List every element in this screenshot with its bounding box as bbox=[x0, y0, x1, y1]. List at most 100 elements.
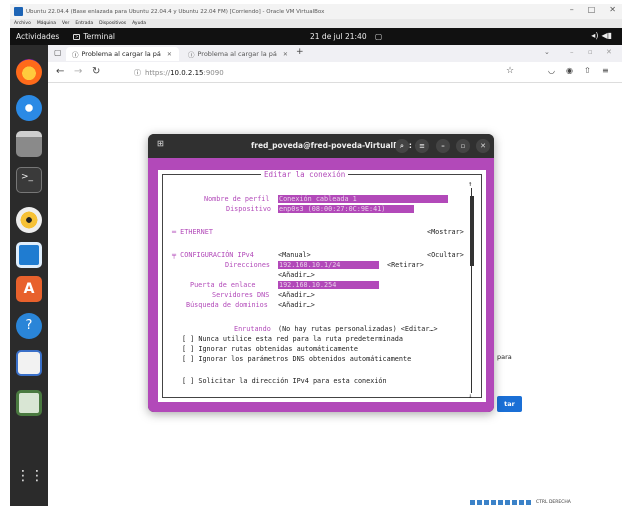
text-editor-icon[interactable] bbox=[16, 350, 42, 376]
terminal-maximize-icon[interactable]: ▫ bbox=[456, 139, 470, 153]
window-minimize-icon[interactable]: – bbox=[570, 48, 574, 56]
page-text-fragment: para bbox=[497, 353, 512, 361]
device-field[interactable]: enp0s3 (08:00:27:0C:9E:41) bbox=[278, 205, 414, 213]
software-icon[interactable]: A bbox=[16, 276, 42, 302]
browser-nav-bar: ← → ↻ ⓘ https://10.0.2.15:9090 ☆ ◡ ◉ ⇧ ≡ bbox=[48, 62, 622, 83]
tab-label: Problema al cargar la pá bbox=[197, 50, 277, 58]
show-apps-icon[interactable]: ⋮⋮⋮ bbox=[16, 465, 58, 491]
add-address-button[interactable]: <Añadir…> bbox=[278, 271, 315, 279]
thunderbird-icon[interactable] bbox=[16, 95, 42, 121]
app-menu-label: Terminal bbox=[83, 32, 116, 41]
menu-maquina[interactable]: Máquina bbox=[37, 21, 56, 26]
new-tab-button[interactable]: + bbox=[296, 47, 304, 57]
menu-archivo[interactable]: Archivo bbox=[14, 21, 31, 26]
virtualbox-title: Ubuntu 22.04.4 (Base enlazada para Ubunt… bbox=[26, 8, 325, 15]
ipv4-mode-selector[interactable]: <Manual> bbox=[278, 251, 311, 259]
edit-routes-button[interactable]: (No hay rutas personalizadas) <Editar…> bbox=[278, 325, 438, 333]
info-icon: ⓘ bbox=[188, 51, 195, 59]
page-button-fragment[interactable]: tar bbox=[497, 396, 522, 412]
rhythmbox-icon[interactable] bbox=[16, 207, 42, 233]
add-dns-button[interactable]: <Añadir…> bbox=[278, 291, 315, 299]
address-field[interactable]: 192.168.10.1/24 bbox=[278, 261, 379, 269]
mouse-integration-icon[interactable] bbox=[526, 499, 531, 505]
routing-label: Enrutando bbox=[234, 325, 271, 333]
app-menu[interactable]: > Terminal bbox=[73, 32, 115, 41]
network-status-icon[interactable] bbox=[505, 499, 510, 505]
tab-overflow-icon[interactable]: ⌄ bbox=[544, 48, 550, 56]
new-terminal-tab-icon[interactable]: ⊞ bbox=[157, 139, 164, 148]
account-icon[interactable]: ◉ bbox=[566, 66, 573, 75]
clock[interactable]: 21 de jul 21:40 ▢ bbox=[310, 32, 382, 41]
writer-icon[interactable] bbox=[16, 242, 42, 268]
url-host: 10.0.2.15 bbox=[170, 68, 204, 77]
security-info-icon: ⓘ bbox=[134, 68, 141, 77]
display-status-icon[interactable] bbox=[498, 499, 503, 505]
checkbox-ignore-dns[interactable]: [ ] Ignorar los parámetros DNS obtenidos… bbox=[182, 355, 411, 363]
show-ethernet-button[interactable]: <Mostrar> bbox=[427, 228, 464, 236]
optical-status-icon[interactable] bbox=[477, 499, 482, 505]
scroll-down-arrow-icon[interactable]: ↓ bbox=[468, 392, 472, 400]
tab-list-icon[interactable]: ▢ bbox=[54, 48, 62, 57]
usb-status-icon[interactable] bbox=[484, 499, 489, 505]
terminal-menu-icon[interactable]: ≡ bbox=[415, 139, 429, 153]
terminal-close-icon[interactable]: ✕ bbox=[476, 139, 490, 153]
tab-problema-2[interactable]: ⓘ Problema al cargar la pá ✕ bbox=[182, 47, 288, 61]
window-close-icon[interactable]: ✕ bbox=[606, 48, 612, 56]
forward-arrow-icon[interactable]: → bbox=[74, 66, 82, 77]
recording-status-icon[interactable] bbox=[512, 499, 517, 505]
scroll-up-arrow-icon[interactable]: ↑ bbox=[468, 180, 472, 188]
url-port: :9090 bbox=[203, 68, 224, 77]
virtualbox-icon bbox=[14, 7, 23, 16]
checkbox-require-ipv4[interactable]: [ ] Solicitar la dirección IPv4 para est… bbox=[182, 377, 387, 385]
virtualbox-host-window: Ubuntu 22.04.4 (Base enlazada para Ubunt… bbox=[0, 0, 623, 506]
trash-icon[interactable] bbox=[16, 390, 42, 416]
guest-screen: Actividades > Terminal 21 de jul 21:40 ▢… bbox=[10, 28, 622, 506]
close-tab-icon[interactable]: ✕ bbox=[167, 51, 172, 58]
hdd-status-icon[interactable] bbox=[470, 499, 475, 505]
hide-ipv4-button[interactable]: <Ocultar> bbox=[427, 251, 464, 259]
cpu-status-icon[interactable] bbox=[519, 499, 524, 505]
minimize-button[interactable]: – bbox=[570, 5, 574, 14]
gnome-top-bar: Actividades > Terminal 21 de jul 21:40 ▢… bbox=[10, 28, 622, 45]
bookmark-star-icon[interactable]: ☆ bbox=[506, 66, 514, 76]
window-maximize-icon[interactable]: ▫ bbox=[588, 48, 593, 56]
back-arrow-icon[interactable]: ← bbox=[56, 66, 64, 77]
share-icon[interactable]: ⇧ bbox=[584, 66, 591, 75]
terminal-dock-icon[interactable]: >_ bbox=[16, 167, 42, 193]
terminal-window[interactable]: ⊞ fred_poveda@fred-poveda-VirtualBox: ~ … bbox=[148, 134, 494, 412]
virtualbox-status-tray: CTRL DERECHA bbox=[470, 498, 622, 506]
shared-folders-icon[interactable] bbox=[491, 499, 496, 505]
menu-entrada[interactable]: Entrada bbox=[75, 21, 93, 26]
firefox-icon[interactable] bbox=[16, 59, 42, 85]
profile-label: Nombre de perfil bbox=[204, 195, 270, 203]
add-search-domain-button[interactable]: <Añadir…> bbox=[278, 301, 315, 309]
menu-hamburger-icon[interactable]: ≡ bbox=[602, 66, 609, 75]
browser-tab-bar: ▢ ⓘ Problema al cargar la pá ✕ ⓘ Problem… bbox=[48, 45, 622, 62]
tab-problema-1[interactable]: ⓘ Problema al cargar la pá ✕ bbox=[66, 47, 179, 61]
terminal-search-icon[interactable]: ⌕ bbox=[395, 139, 409, 153]
scrollbar-thumb[interactable] bbox=[470, 196, 474, 266]
checkbox-ignore-routes[interactable]: [ ] Ignorar rutas obtenidas automáticame… bbox=[182, 345, 358, 353]
gateway-field[interactable]: 192.168.10.254 bbox=[278, 281, 379, 289]
terminal-minimize-icon[interactable]: – bbox=[436, 139, 450, 153]
pocket-icon[interactable]: ◡ bbox=[548, 66, 555, 75]
profile-name-field[interactable]: Conexión cableada 1 bbox=[278, 195, 448, 203]
dock: >_ A ? ⋮⋮⋮ bbox=[10, 45, 58, 506]
maximize-button[interactable]: □ bbox=[588, 5, 596, 14]
files-icon[interactable] bbox=[16, 131, 42, 157]
close-tab-icon[interactable]: ✕ bbox=[283, 51, 288, 58]
remove-address-button[interactable]: <Retirar> bbox=[387, 261, 424, 269]
page-button-label: tar bbox=[504, 400, 515, 408]
dialog-title: Editar la conexión bbox=[261, 170, 349, 179]
url-bar[interactable]: ⓘ https://10.0.2.15:9090 bbox=[128, 65, 498, 80]
close-button[interactable]: ✕ bbox=[609, 5, 616, 14]
menu-dispositivos[interactable]: Dispositivos bbox=[99, 21, 126, 26]
help-icon[interactable]: ? bbox=[16, 313, 42, 339]
menu-ayuda[interactable]: Ayuda bbox=[132, 21, 146, 26]
checkbox-never-default[interactable]: [ ] Nunca utilice esta red para la ruta … bbox=[182, 335, 403, 343]
menu-ver[interactable]: Ver bbox=[62, 21, 69, 26]
activities-button[interactable]: Actividades bbox=[16, 32, 59, 41]
system-tray[interactable]: ◂) ◀▮ bbox=[591, 31, 612, 40]
network-icon: ◂) bbox=[591, 31, 599, 40]
reload-icon[interactable]: ↻ bbox=[92, 66, 100, 77]
